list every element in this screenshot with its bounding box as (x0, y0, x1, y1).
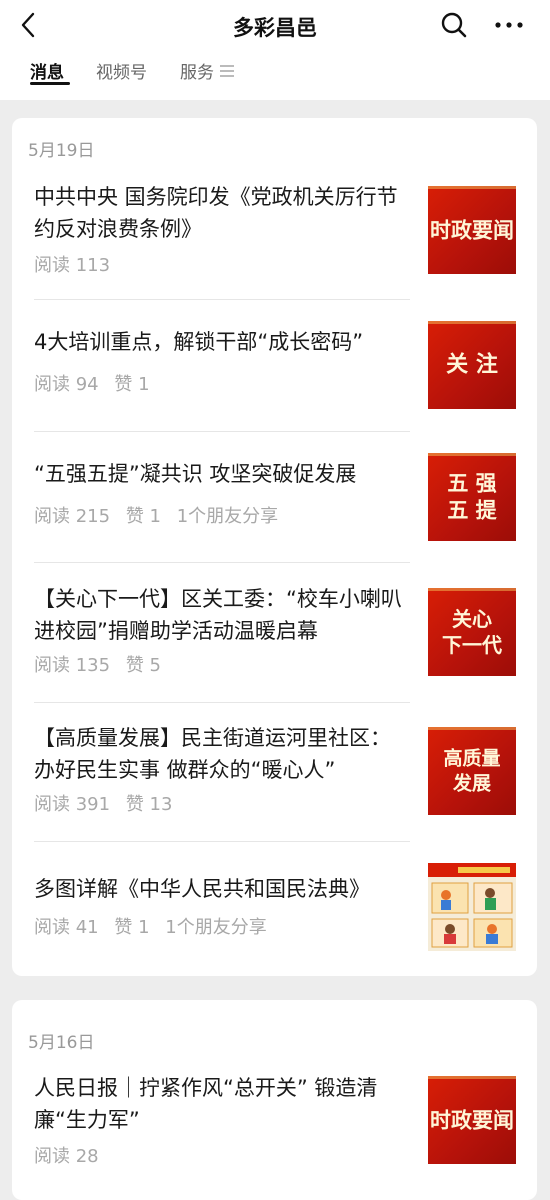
divider (34, 841, 410, 842)
thumb-decoration (428, 727, 516, 730)
article-meta: 阅读 135 赞 5 (34, 651, 171, 677)
article-title: 中共中央 国务院印发《党政机关厉行节约反对浪费条例》 (34, 185, 398, 241)
like-count: 赞 1 (114, 374, 150, 395)
tab-messages[interactable]: 消息 (30, 58, 64, 83)
article-meta: 阅读 215 赞 1 1个朋友分享 (34, 502, 288, 528)
article-item[interactable]: 多图详解《中华人民共和国民法典》 阅读 41 赞 1 1个朋友分享 (12, 851, 537, 976)
thumbnail-text: 时政要闻 (430, 217, 514, 243)
article-title: 【高质量发展】民主街道运河里社区：办好民生实事 做群众的“暖心人” (34, 726, 391, 782)
read-count: 阅读 391 (34, 794, 111, 815)
article-title: “五强五提”凝共识 攻坚突破促发展 (34, 462, 357, 486)
like-count: 赞 1 (125, 506, 161, 527)
read-count: 阅读 135 (34, 655, 111, 676)
article-thumbnail: 关心 下一代 (428, 588, 516, 676)
message-group-card: 5月19日 中共中央 国务院印发《党政机关厉行节约反对浪费条例》 阅读 113 … (12, 118, 537, 976)
thumbnail-text: 五 强 五 提 (447, 470, 497, 523)
share-count: 1个朋友分享 (176, 506, 279, 527)
article-item[interactable]: 人民日报｜拧紧作风“总开关” 锻造清廉“生力军” 阅读 28 时政要闻 (12, 1064, 537, 1194)
divider (34, 299, 410, 300)
article-thumbnail-poster (428, 863, 516, 951)
article-thumbnail: 五 强 五 提 (428, 453, 516, 541)
thumb-decoration (428, 1076, 516, 1079)
message-group-card: 5月16日 人民日报｜拧紧作风“总开关” 锻造清廉“生力军” 阅读 28 时政要… (12, 1000, 537, 1200)
share-count: 1个朋友分享 (165, 917, 267, 938)
read-count: 阅读 41 (34, 917, 99, 938)
read-count: 阅读 215 (34, 506, 111, 527)
article-thumbnail: 时政要闻 (428, 186, 516, 274)
civil-code-poster-image (428, 863, 516, 951)
menu-lines-icon[interactable] (220, 65, 234, 77)
like-count: 赞 5 (125, 655, 161, 676)
article-item[interactable]: 【关心下一代】区关工委：“校车小喇叭进校园”捐赠助学活动温暖启幕 阅读 135 … (12, 573, 537, 703)
group-date: 5月19日 (28, 141, 95, 161)
divider (34, 562, 410, 563)
article-item[interactable]: 中共中央 国务院印发《党政机关厉行节约反对浪费条例》 阅读 113 时政要闻 (12, 173, 537, 303)
active-tab-indicator (30, 82, 70, 85)
divider (34, 702, 410, 703)
article-thumbnail: 高质量 发展 (428, 727, 516, 815)
thumbnail-text: 高质量 发展 (443, 747, 501, 794)
article-meta: 阅读 94 赞 1 (34, 370, 160, 396)
group-date: 5月16日 (28, 1033, 95, 1053)
article-item[interactable]: “五强五提”凝共识 攻坚突破促发展 阅读 215 赞 1 1个朋友分享 五 强 … (12, 440, 537, 570)
tab-services[interactable]: 服务 (180, 58, 214, 83)
thumb-decoration (428, 453, 516, 456)
thumb-decoration (428, 186, 516, 189)
more-dots-icon (495, 22, 523, 28)
article-meta: 阅读 28 (34, 1142, 109, 1168)
search-icon (441, 12, 467, 38)
thumb-decoration (428, 321, 516, 324)
more-button[interactable] (492, 11, 526, 39)
tab-channels[interactable]: 视频号 (96, 58, 147, 83)
article-meta: 阅读 391 赞 13 (34, 790, 182, 816)
header: 多彩昌邑 (0, 0, 550, 52)
like-count: 赞 1 (114, 917, 150, 938)
article-meta: 阅读 113 (34, 251, 120, 277)
article-thumbnail: 时政要闻 (428, 1076, 516, 1164)
read-count: 阅读 94 (34, 374, 99, 395)
tab-bar: 消息 视频号 服务 (0, 52, 550, 92)
thumbnail-text: 时政要闻 (430, 1107, 514, 1133)
like-count: 赞 13 (125, 794, 173, 815)
thumb-decoration (428, 588, 516, 591)
article-meta: 阅读 41 赞 1 1个朋友分享 (34, 913, 277, 939)
article-thumbnail: 关 注 (428, 321, 516, 409)
article-title: 【关心下一代】区关工委：“校车小喇叭进校园”捐赠助学活动温暖启幕 (34, 587, 402, 643)
article-item[interactable]: 4大培训重点，解锁干部“成长密码” 阅读 94 赞 1 关 注 (12, 308, 537, 438)
article-title: 人民日报｜拧紧作风“总开关” 锻造清廉“生力军” (34, 1076, 378, 1132)
article-title: 多图详解《中华人民共和国民法典》 (34, 877, 370, 901)
article-title: 4大培训重点，解锁干部“成长密码” (34, 330, 364, 354)
search-button[interactable] (440, 11, 468, 39)
top-bar: 多彩昌邑 消息 视频号 服务 (0, 0, 550, 100)
thumbnail-text: 关心 下一代 (442, 607, 502, 657)
article-item[interactable]: 【高质量发展】民主街道运河里社区：办好民生实事 做群众的“暖心人” 阅读 391… (12, 712, 537, 842)
thumbnail-text: 关 注 (446, 351, 498, 378)
read-count: 阅读 113 (34, 255, 111, 276)
divider (34, 431, 410, 432)
